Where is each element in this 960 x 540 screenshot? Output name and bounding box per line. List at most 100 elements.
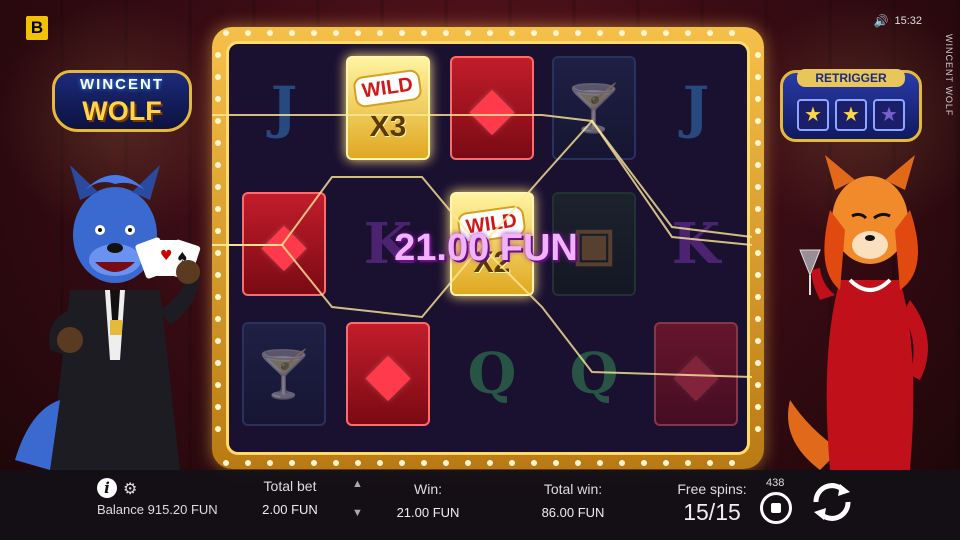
wild-sign: WILD	[352, 67, 424, 109]
stop-autoplay-button[interactable]	[760, 492, 792, 524]
symbol-letter: J	[270, 75, 298, 141]
marquee-bulb	[729, 460, 735, 466]
marquee-bulb	[597, 30, 603, 36]
reel-symbol-q: Q	[552, 322, 636, 426]
total-bet: Total bet 2.00 FUN	[250, 478, 330, 517]
marquee-bulb	[729, 30, 735, 36]
autoplay-count: 438	[766, 477, 785, 489]
marquee-bulb	[755, 162, 761, 168]
marquee-bulb	[289, 460, 295, 466]
marquee-bulb	[443, 460, 449, 466]
reel-symbol-gem: ◆	[654, 322, 738, 426]
symbol-letter: J	[682, 75, 710, 141]
marquee-bulb	[755, 228, 761, 234]
bet-decrease-button[interactable]: ▼	[352, 507, 363, 519]
marquee-bulb	[399, 460, 405, 466]
marquee-bulb	[531, 460, 537, 466]
marquee-bulb	[685, 30, 691, 36]
marquee-bulb	[421, 30, 427, 36]
marquee-bulb	[223, 460, 229, 466]
marquee-bulb	[215, 250, 221, 256]
game-logo: WINCENT WOLF	[52, 70, 192, 132]
marquee-bulb	[267, 460, 273, 466]
wild-multiplier: X3	[369, 109, 407, 143]
reel-symbol-j: J	[654, 56, 738, 160]
marquee-bulb	[215, 338, 221, 344]
gear-icon[interactable]: ⚙	[123, 479, 137, 499]
marquee-bulb	[421, 460, 427, 466]
retrigger-meter: RETRIGGER ★ ★ ★	[780, 69, 922, 142]
marquee-bulb	[215, 74, 221, 80]
marquee-bulb	[289, 30, 295, 36]
svg-text:♥: ♥	[160, 248, 173, 264]
marquee-bulb	[215, 96, 221, 102]
marquee-bulb	[377, 30, 383, 36]
free-spins-value: 15/15	[683, 499, 741, 525]
win-amount-banner: 21.00 FUN	[394, 227, 578, 269]
ruby-icon: ◆	[262, 212, 306, 275]
ruby-icon: ◆	[674, 342, 718, 405]
symbol-letter: K	[671, 211, 721, 277]
marquee-bulb	[575, 460, 581, 466]
spin-button[interactable]	[806, 476, 858, 528]
marquee-bulb	[553, 30, 559, 36]
marquee-bulb	[755, 140, 761, 146]
marquee-bulb	[215, 382, 221, 388]
marquee-bulb	[215, 206, 221, 212]
balance-value: 915.20 FUN	[147, 502, 218, 517]
marquee-bulb	[245, 460, 251, 466]
marquee-bulb	[487, 460, 493, 466]
logo-line2: WOLF	[82, 96, 162, 126]
marquee-bulb	[755, 74, 761, 80]
marquee-bulb	[597, 460, 603, 466]
marquee-bulb	[465, 30, 471, 36]
marquee-bulb	[509, 30, 515, 36]
marquee-bulb	[663, 460, 669, 466]
marquee-bulb	[531, 30, 537, 36]
marquee-bulb	[333, 30, 339, 36]
reel-symbol-wild: WILD X3	[346, 56, 430, 160]
total-win-display: Total win: 86.00 FUN	[530, 481, 616, 520]
marquee-bulb	[215, 272, 221, 278]
martini-icon: 🍸	[565, 81, 623, 134]
marquee-bulb	[755, 272, 761, 278]
clock-time: 15:32	[894, 15, 922, 27]
marquee-bulb	[755, 382, 761, 388]
ruby-icon: ◆	[366, 342, 410, 405]
logo-line1: WINCENT	[80, 76, 164, 93]
marquee-bulb	[245, 30, 251, 36]
reel-symbol-gem: ◆	[346, 322, 430, 426]
bet-increase-button[interactable]: ▲	[352, 478, 363, 490]
reel-symbol-martini: 🍸	[242, 322, 326, 426]
marquee-bulb	[641, 460, 647, 466]
marquee-bulb	[215, 316, 221, 322]
marquee-bulb	[215, 294, 221, 300]
marquee-bulb	[377, 460, 383, 466]
info-icon[interactable]: i	[97, 478, 117, 498]
marquee-bulb	[755, 96, 761, 102]
marquee-bulb	[755, 404, 761, 410]
total-bet-value: 2.00 FUN	[262, 502, 318, 517]
marquee-bulb	[267, 30, 273, 36]
marquee-bulb	[399, 30, 405, 36]
wolf-character: ♥ ♠	[15, 165, 201, 470]
retrigger-label: RETRIGGER	[797, 69, 905, 87]
marquee-bulb	[755, 360, 761, 366]
marquee-bulb	[215, 184, 221, 190]
reel-symbol-j: J	[242, 56, 326, 160]
marquee-bulb	[755, 52, 761, 58]
marquee-bulb	[755, 426, 761, 432]
reel-symbol-gem: ◆	[450, 56, 534, 160]
speaker-icon[interactable]: 🔊	[874, 14, 889, 28]
marquee-bulb	[575, 30, 581, 36]
marquee-bulb	[619, 460, 625, 466]
total-win-value: 86.00 FUN	[541, 505, 605, 520]
balance-label: Balance	[97, 502, 144, 517]
marquee-bulb	[215, 118, 221, 124]
reel-symbol-gem: ◆	[242, 192, 326, 296]
marquee-bulb	[755, 250, 761, 256]
total-win-label: Total win:	[543, 481, 603, 497]
marquee-bulb	[215, 404, 221, 410]
star-icon: ★	[873, 99, 905, 131]
marquee-bulb	[509, 460, 515, 466]
